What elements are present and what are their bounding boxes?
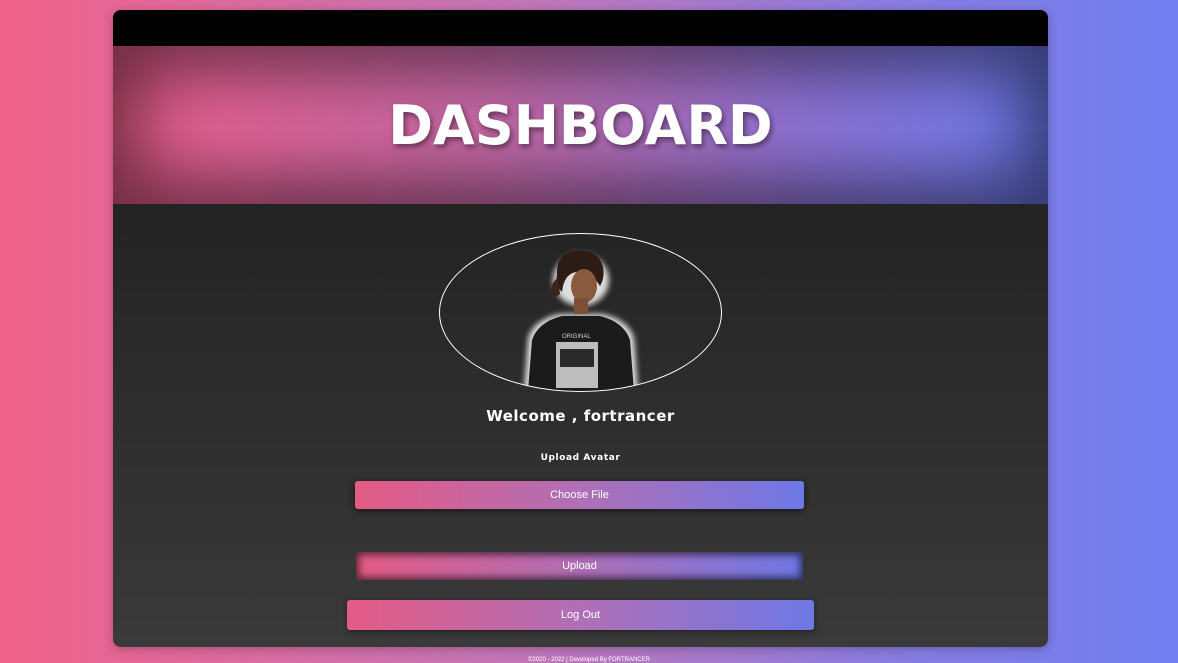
hero-banner: DASHBOARD <box>113 46 1048 204</box>
choose-file-button[interactable]: Choose File <box>355 481 804 509</box>
dashboard-card: DASHBOARD ORIGINAL Welcome , fortrancer … <box>113 10 1048 647</box>
upload-button[interactable]: Upload <box>356 552 803 580</box>
avatar-photo-icon: ORIGINAL <box>524 250 638 391</box>
logout-button[interactable]: Log Out <box>347 600 814 630</box>
svg-text:ORIGINAL: ORIGINAL <box>562 334 591 340</box>
upload-avatar-label: Upload Avatar <box>540 453 621 463</box>
top-bar <box>113 10 1048 46</box>
page-title: DASHBOARD <box>388 94 773 157</box>
welcome-text: Welcome , fortrancer <box>486 407 675 425</box>
avatar: ORIGINAL <box>439 233 722 392</box>
footer-copyright: ©2020 - 2022 | Developed By FORTRANCER <box>528 657 650 663</box>
